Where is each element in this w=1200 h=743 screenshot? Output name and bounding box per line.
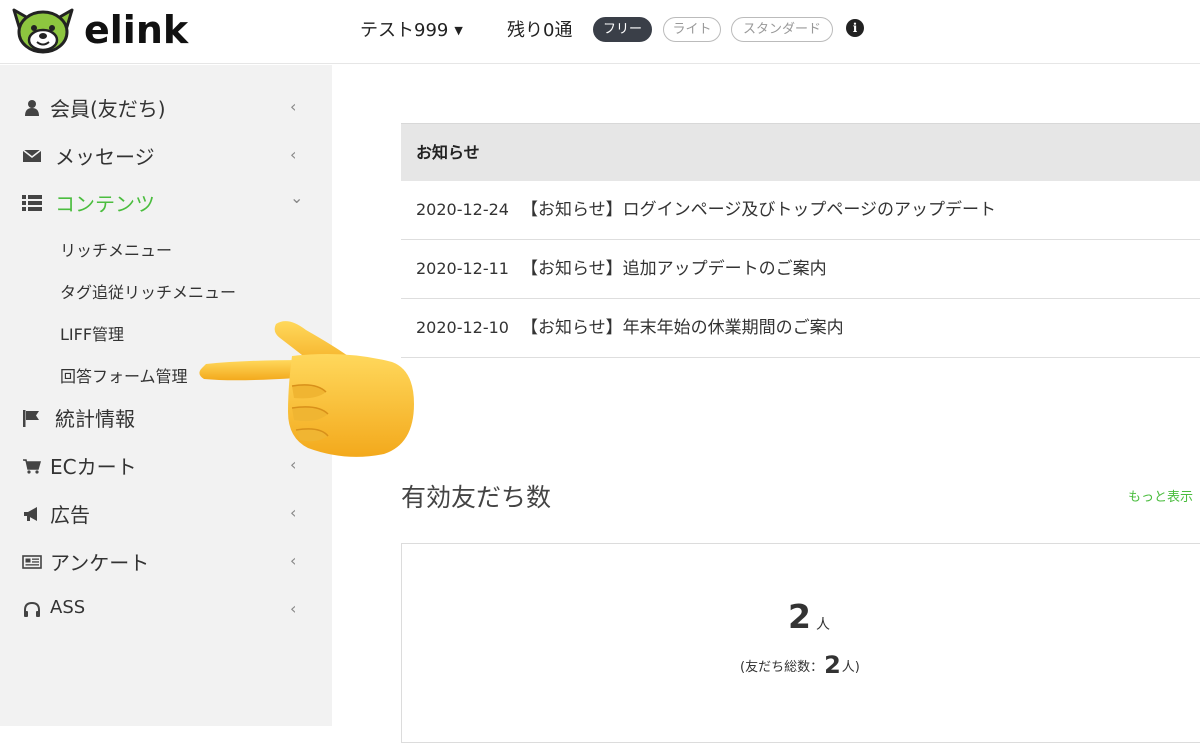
caret-down-icon: ▼	[454, 24, 463, 37]
list-icon	[22, 195, 42, 211]
sidebar-item-label: 統計情報	[55, 407, 135, 431]
user-name: テスト999	[360, 20, 449, 41]
chevron-left-icon: ‹	[290, 503, 297, 522]
active-friends-count: 2	[788, 597, 811, 636]
top-header: elink テスト999 ▼ 残り0通 フリー ライト スタンダード i	[0, 0, 1200, 64]
sidebar-item-ass[interactable]: ASS ‹	[0, 589, 332, 629]
sidebar-subitem-answer-form[interactable]: 回答フォーム管理	[60, 363, 188, 387]
sidebar-subitem-tag-rich-menu[interactable]: タグ追従リッチメニュー	[60, 279, 236, 303]
user-menu[interactable]: テスト999 ▼	[360, 16, 463, 42]
user-icon	[25, 100, 39, 116]
chevron-down-icon: ⌄	[290, 188, 304, 207]
info-icon[interactable]: i	[846, 19, 864, 37]
total-prefix: (友だち総数：	[740, 660, 824, 675]
sidebar-item-label: コンテンツ	[55, 192, 155, 216]
bullhorn-icon	[24, 507, 37, 521]
count-unit: 人	[816, 617, 830, 633]
news-table: お知らせ 2020-12-24 【お知らせ】ログインページ及びトップページのアップ…	[401, 123, 1200, 358]
sidebar-item-label: ECカート	[50, 455, 137, 479]
sidebar-item-label: ASS	[50, 597, 86, 618]
news-date: 2020-12-11	[416, 259, 509, 278]
sidebar-item-label: アンケート	[50, 551, 150, 575]
news-heading: お知らせ	[401, 123, 1200, 181]
news-title-link[interactable]: 【お知らせ】追加アップデートのご案内	[521, 240, 827, 298]
sidebar-item-members[interactable]: 会員(友だち) ‹	[0, 87, 332, 127]
newspaper-icon	[22, 555, 42, 569]
sidebar-item-survey[interactable]: アンケート ‹	[0, 541, 332, 581]
chevron-left-icon: ‹	[290, 97, 297, 116]
sidebar-item-label: 広告	[50, 503, 90, 527]
sidebar-subitem-rich-menu[interactable]: リッチメニュー	[60, 237, 172, 261]
news-date: 2020-12-24	[416, 200, 509, 219]
cart-icon	[23, 459, 41, 474]
total-suffix: 人)	[841, 660, 860, 675]
sidebar-item-label: メッセージ	[55, 145, 155, 169]
sidebar-subitem-liff[interactable]: LIFF管理	[60, 321, 124, 345]
elink-logo[interactable]: elink	[10, 4, 189, 58]
news-title-link[interactable]: 【お知らせ】ログインページ及びトップページのアップデート	[521, 181, 996, 239]
logo-text: elink	[84, 8, 189, 52]
plan-badge-standard[interactable]: スタンダード	[731, 17, 833, 42]
chevron-left-icon: ‹	[290, 551, 297, 570]
table-row[interactable]: 2020-12-24 【お知らせ】ログインページ及びトップページのアップデート	[401, 181, 1200, 240]
flag-icon	[23, 410, 39, 427]
table-row[interactable]: 2020-12-11 【お知らせ】追加アップデートのご案内	[401, 240, 1200, 299]
total-friends: (友だち総数：2人)	[740, 649, 860, 679]
dog-logo-icon	[12, 8, 74, 54]
news-date: 2020-12-10	[416, 318, 509, 337]
plan-badge-lite[interactable]: ライト	[663, 17, 721, 42]
chevron-left-icon: ‹	[290, 145, 297, 164]
friends-section-title: 有効友だち数	[401, 483, 552, 512]
sidebar-item-label: 会員(友だち)	[50, 97, 166, 121]
plan-badge-free[interactable]: フリー	[593, 17, 652, 42]
total-friends-count: 2	[824, 651, 841, 679]
sidebar-item-ads[interactable]: 広告 ‹	[0, 493, 332, 533]
news-title-link[interactable]: 【お知らせ】年末年始の休業期間のご案内	[521, 299, 844, 357]
chevron-left-icon: ‹	[290, 599, 297, 618]
show-more-link[interactable]: もっと表示	[1128, 486, 1193, 505]
sidebar-item-contents[interactable]: コンテンツ ⌄	[0, 182, 332, 222]
remaining-messages: 残り0通	[507, 20, 573, 41]
envelope-icon	[22, 149, 42, 162]
sidebar-item-messages[interactable]: メッセージ ‹	[0, 135, 332, 175]
friends-count-card: 2 人 (友だち総数：2人)	[401, 543, 1200, 743]
table-row[interactable]: 2020-12-10 【お知らせ】年末年始の休業期間のご案内	[401, 299, 1200, 358]
headphones-icon	[24, 601, 40, 617]
pointing-hand-icon	[199, 321, 414, 457]
